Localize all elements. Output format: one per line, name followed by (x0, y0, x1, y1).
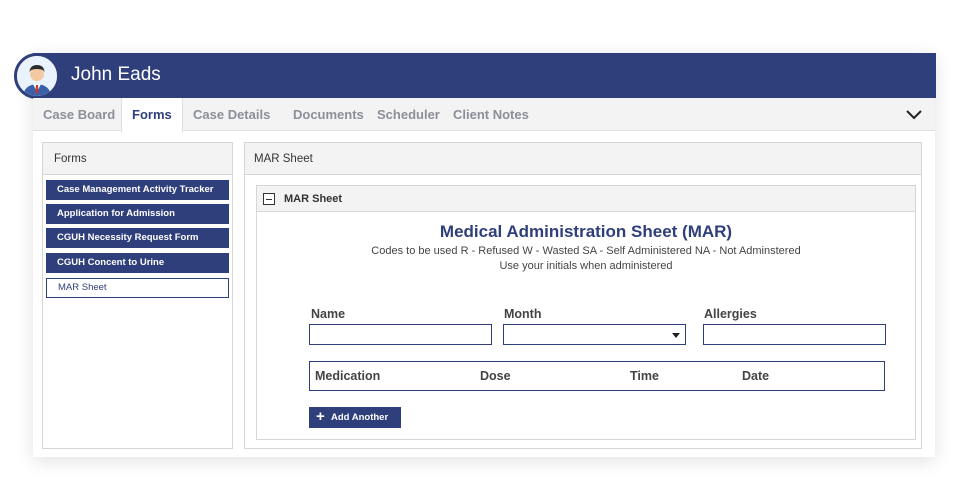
chevron-down-icon[interactable] (905, 106, 923, 124)
mar-section: MAR Sheet Medical Administration Sheet (… (256, 185, 916, 440)
name-label: Name (311, 307, 346, 321)
mar-section-header: MAR Sheet (257, 186, 915, 212)
add-another-label: Add Another (331, 412, 389, 423)
tab-case-board[interactable]: Case Board (33, 98, 125, 131)
mar-panel: MAR Sheet MAR Sheet Medical Administrati… (244, 142, 922, 449)
tab-case-details[interactable]: Case Details (183, 98, 280, 131)
add-another-button[interactable]: + Add Another (309, 407, 401, 428)
mar-panel-title: MAR Sheet (245, 143, 921, 175)
col-time: Time (630, 369, 659, 383)
allergies-label: Allergies (704, 307, 757, 321)
tab-documents[interactable]: Documents (283, 98, 374, 131)
mar-section-title: MAR Sheet (284, 193, 343, 205)
collapse-minus-icon[interactable] (263, 193, 275, 205)
form-item-mar-sheet[interactable]: MAR Sheet (46, 278, 229, 298)
col-dose: Dose (480, 369, 511, 383)
col-medication: Medication (315, 369, 381, 383)
form-item-concent-urine[interactable]: CGUH Concent to Urine (46, 253, 229, 273)
tab-forms[interactable]: Forms (121, 98, 183, 132)
month-label: Month (504, 307, 542, 321)
person-icon (17, 56, 57, 96)
tab-scheduler[interactable]: Scheduler (367, 98, 450, 131)
forms-panel: Forms Case Management Activity Tracker A… (42, 142, 233, 449)
dropdown-caret-icon (672, 333, 680, 338)
user-avatar[interactable] (14, 53, 60, 99)
forms-panel-title: Forms (43, 143, 232, 175)
form-item-necessity-request[interactable]: CGUH Necessity Request Form (46, 228, 229, 248)
name-input[interactable] (309, 324, 492, 345)
initials-note: Use your initials when administered (499, 260, 673, 272)
codes-legend: Codes to be used R - Refused W - Wasted … (371, 245, 801, 257)
tab-client-notes[interactable]: Client Notes (443, 98, 539, 131)
plus-icon: + (316, 408, 325, 425)
col-date: Date (742, 369, 770, 383)
month-select[interactable] (503, 324, 686, 345)
tab-bar: Case Board Forms Case Details Documents … (33, 98, 935, 132)
header-bar (33, 53, 936, 98)
form-item-activity-tracker[interactable]: Case Management Activity Tracker (46, 180, 229, 200)
form-title: Medical Administration Sheet (MAR) (439, 222, 733, 241)
medication-table: Medication Dose Time Date (309, 361, 885, 391)
form-item-application-admission[interactable]: Application for Admission (46, 204, 229, 224)
user-name: John Eads (71, 64, 161, 85)
allergies-input[interactable] (703, 324, 886, 345)
